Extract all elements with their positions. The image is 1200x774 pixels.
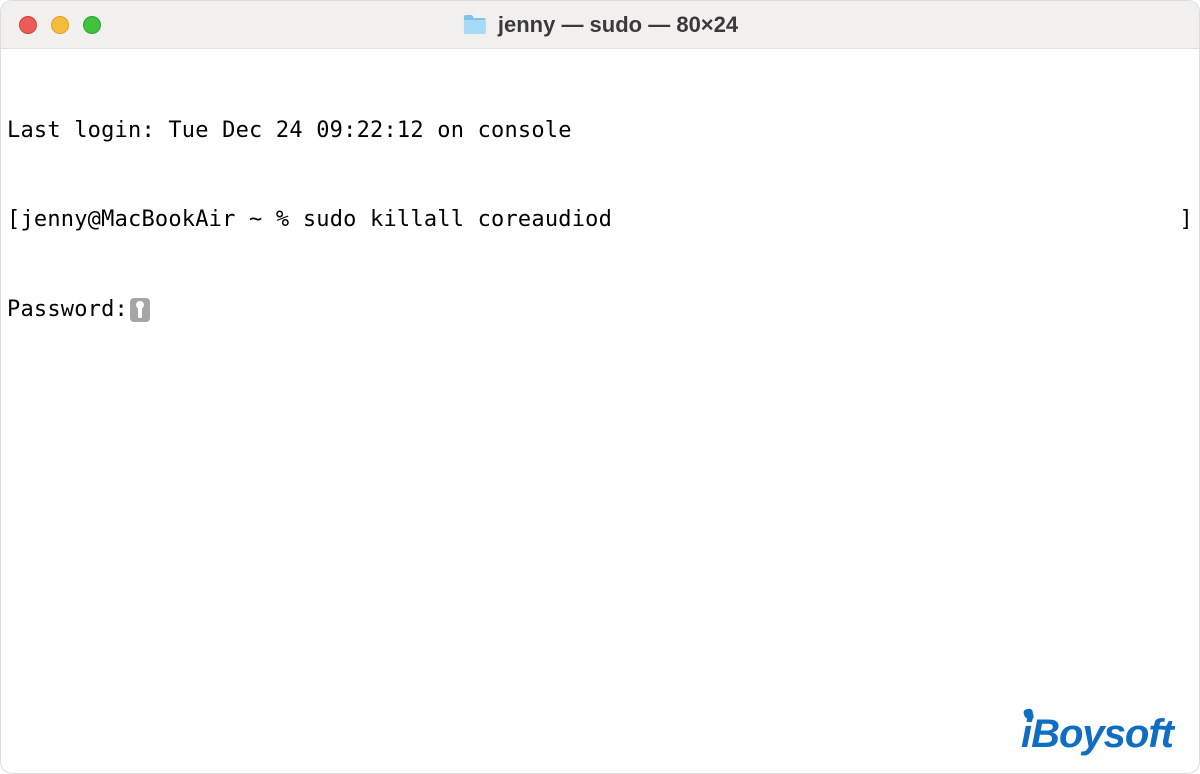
minimize-button[interactable]: [51, 16, 69, 34]
password-label: Password:: [7, 297, 128, 322]
close-button[interactable]: [19, 16, 37, 34]
key-icon: [130, 298, 150, 322]
prompt-text: jenny@MacBookAir ~ %: [20, 207, 302, 232]
window-title: jenny — sudo — 80×24: [498, 12, 738, 38]
prompt-bracket-right: ]: [1180, 205, 1193, 235]
command-line: [jenny@MacBookAir ~ % sudo killall corea…: [7, 205, 1193, 235]
traffic-lights: [1, 16, 101, 34]
watermark-logo: iBoysoft: [1021, 712, 1173, 757]
terminal-body[interactable]: Last login: Tue Dec 24 09:22:12 on conso…: [1, 49, 1199, 392]
watermark-i: i: [1021, 712, 1031, 757]
titlebar[interactable]: jenny — sudo — 80×24: [1, 1, 1199, 49]
command-text: sudo killall coreaudiod: [303, 207, 612, 232]
last-login-line: Last login: Tue Dec 24 09:22:12 on conso…: [7, 116, 1193, 146]
folder-icon: [462, 14, 488, 36]
terminal-window: jenny — sudo — 80×24 Last login: Tue Dec…: [0, 0, 1200, 774]
watermark-rest: Boysoft: [1031, 712, 1173, 756]
maximize-button[interactable]: [83, 16, 101, 34]
window-title-group: jenny — sudo — 80×24: [462, 12, 738, 38]
prompt-bracket-left: [: [7, 207, 20, 232]
password-line: Password:: [7, 295, 1193, 325]
